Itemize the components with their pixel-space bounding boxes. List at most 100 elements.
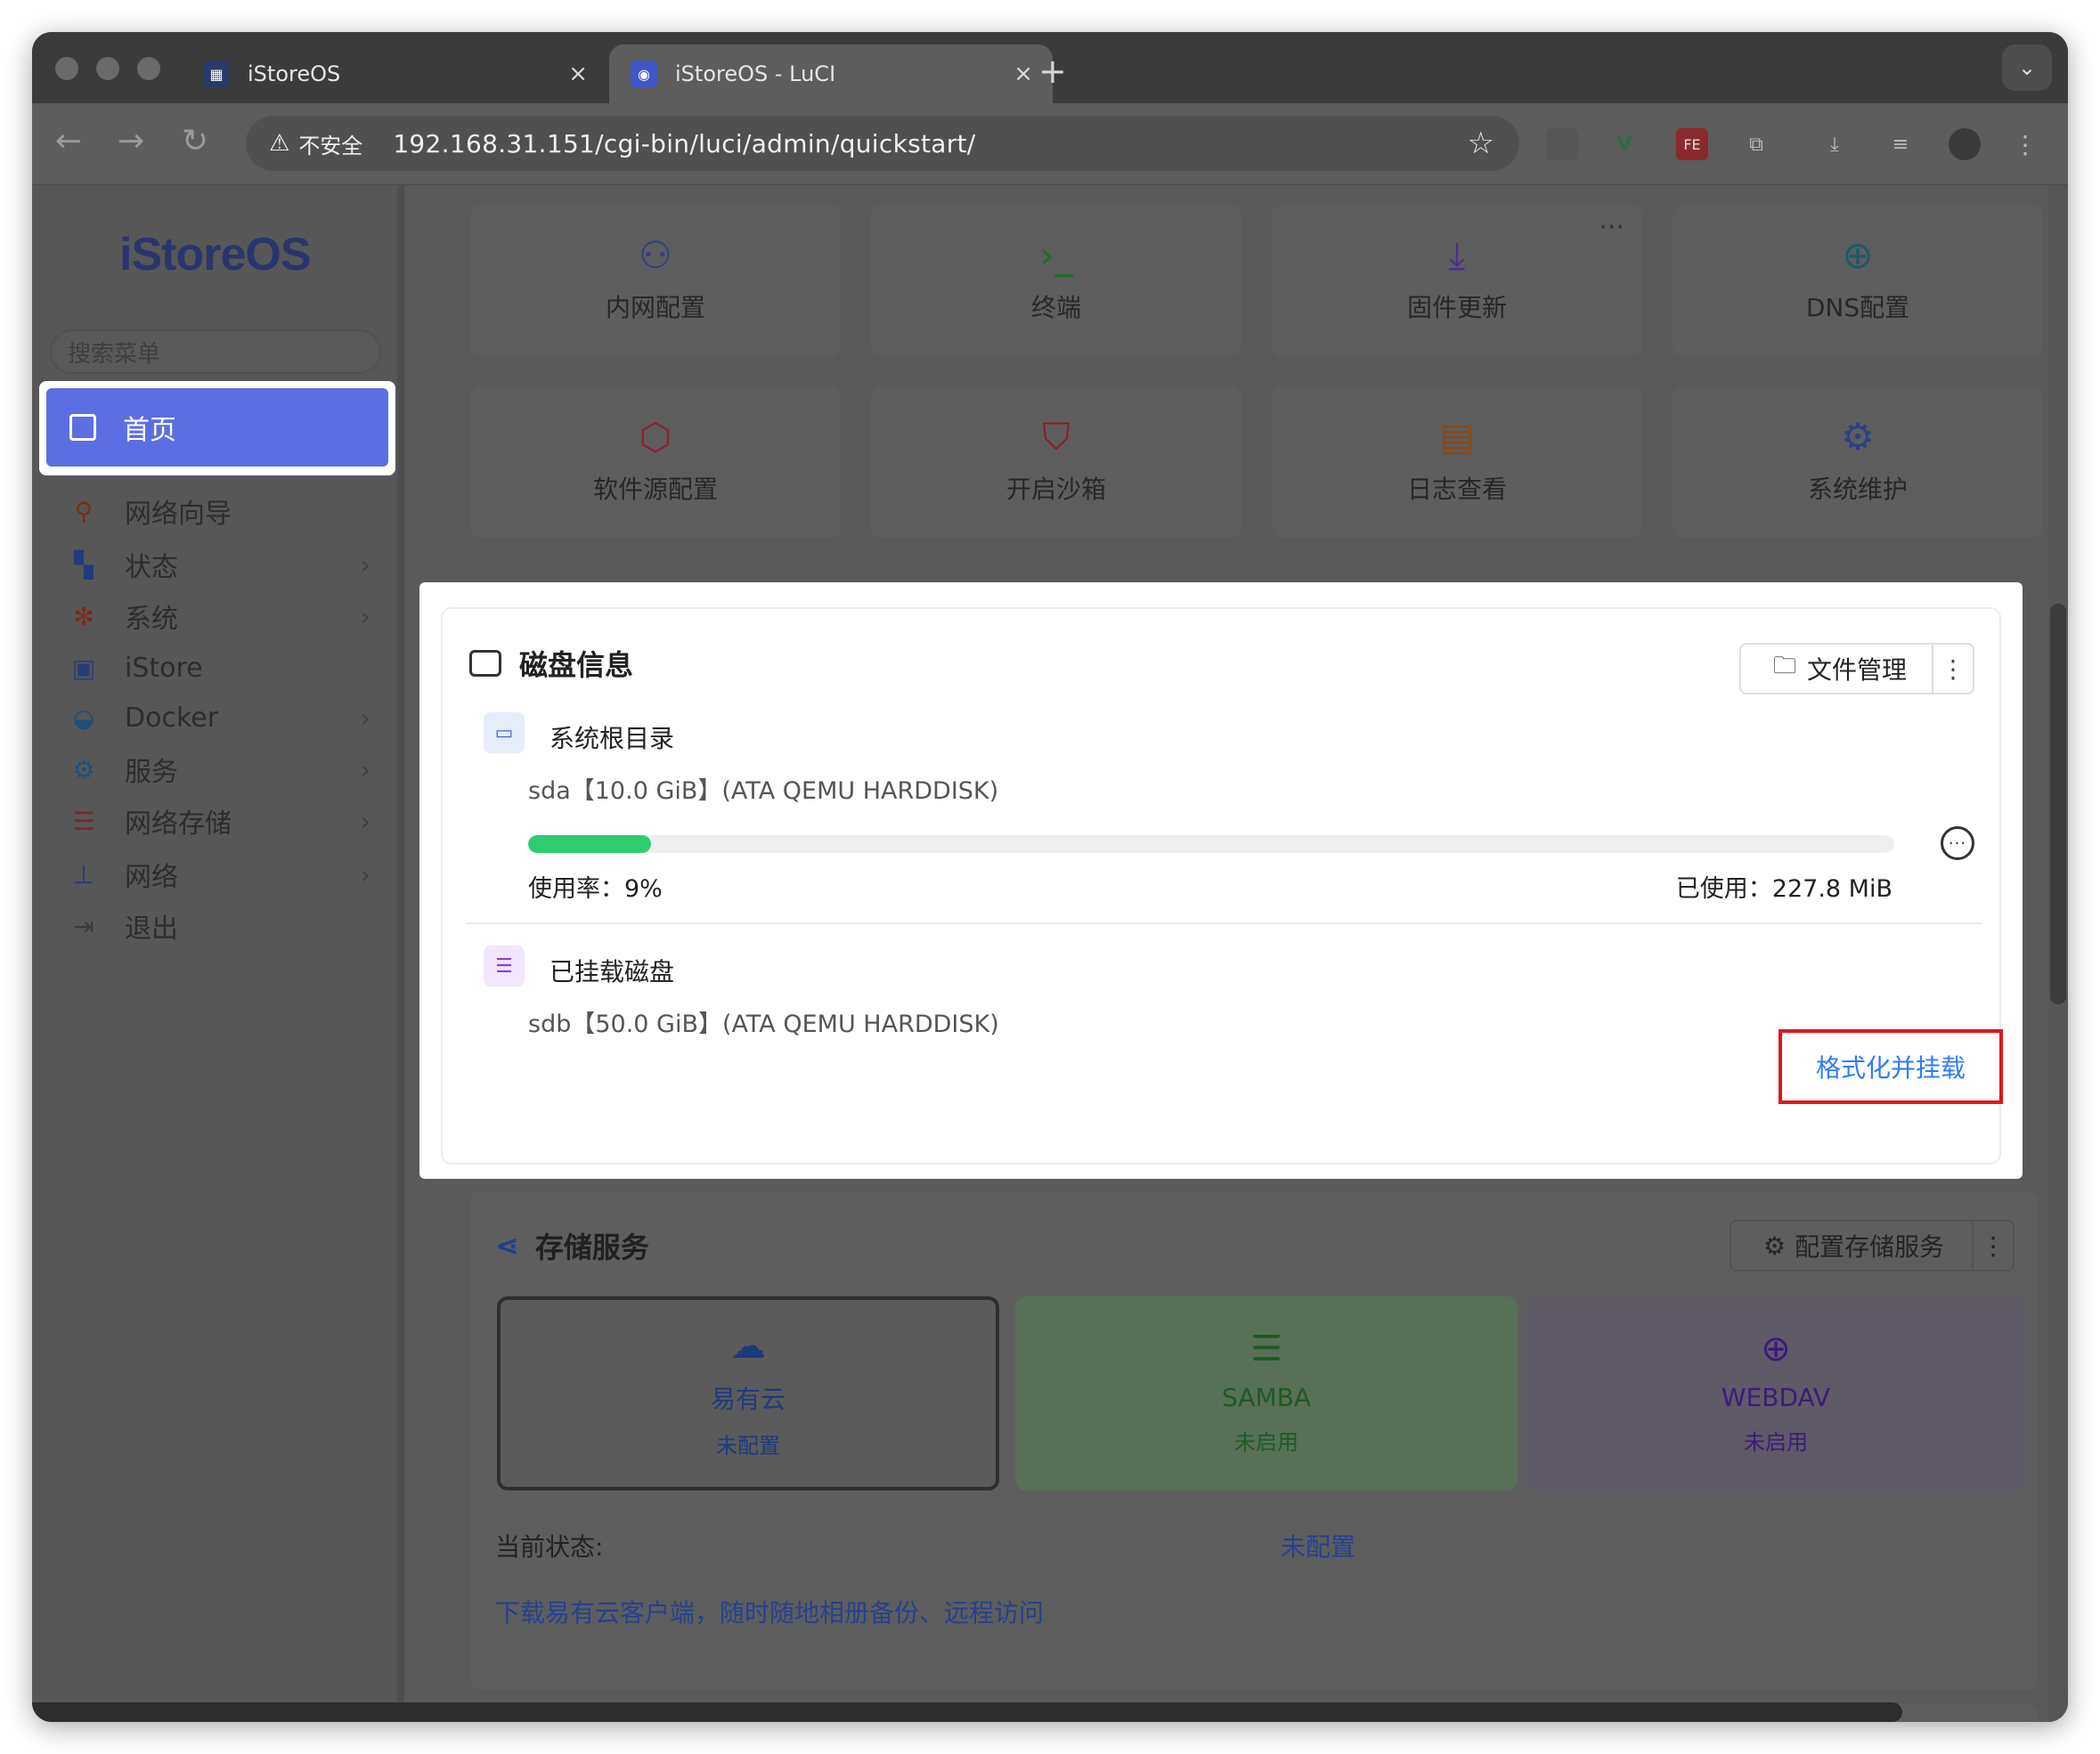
sidebar-item-label: 网络 xyxy=(125,862,178,893)
disk-info-card: 磁盘信息 🗀 文件管理 ⋮ ▭ 系统根目录 sda【10.0 GiB】(ATA … xyxy=(441,607,2003,1165)
menu-search-input[interactable]: 搜索菜单 xyxy=(50,329,381,374)
tab-luci[interactable]: ◉ iStoreOS - LuCI × xyxy=(609,45,1053,103)
bookmark-star-icon[interactable]: ☆ xyxy=(1468,126,1494,161)
tile-dns-config[interactable]: ⊕ DNS配置 xyxy=(1673,205,2043,356)
close-tab-icon[interactable]: × xyxy=(568,61,588,87)
tile-log-view[interactable]: ▤ 日志查看 xyxy=(1272,386,1642,538)
store-icon: ▣ xyxy=(71,653,96,683)
service-status: 未启用 xyxy=(1234,1430,1298,1455)
close-tab-icon[interactable]: × xyxy=(1013,61,1033,87)
fe-helper-icon[interactable]: FE xyxy=(1676,128,1708,160)
minimize-window-button[interactable] xyxy=(96,57,119,80)
tile-label: 系统维护 xyxy=(1807,475,1908,504)
new-tab-button[interactable]: + xyxy=(1038,52,1067,91)
more-horizontal-icon[interactable]: ··· xyxy=(1941,826,1974,860)
tile-label: DNS配置 xyxy=(1805,293,1910,322)
sidebar-item-label: 状态 xyxy=(125,552,178,583)
tile-label: 日志查看 xyxy=(1406,475,1507,504)
tab-istoreos[interactable]: ▦ iStoreOS × xyxy=(182,45,607,103)
sidebar-item-label: 退出 xyxy=(125,914,178,945)
sidebar-item-network[interactable]: ⊥ 网络 › xyxy=(32,848,397,901)
warning-icon: ⚠ xyxy=(269,130,290,157)
terminal-icon: ›_ xyxy=(1039,233,1073,277)
sidebar-item-docker[interactable]: ◒ Docker › xyxy=(32,691,397,744)
service-webdav[interactable]: ⊕ WEBDAV 未启用 xyxy=(1525,1296,2027,1490)
sidebar-item-label: 服务 xyxy=(125,757,178,788)
more-vertical-icon[interactable]: ⋮ xyxy=(1933,654,1973,684)
globe-icon: ⊕ xyxy=(1761,1328,1791,1369)
config-storage-button[interactable]: ⚙ 配置存储服务 xyxy=(1731,1222,1974,1270)
chevron-right-icon: › xyxy=(360,859,370,889)
wizard-icon: ⚲ xyxy=(74,496,94,526)
sidebar-item-services[interactable]: ⚙ 服务 › xyxy=(32,743,397,796)
log-icon: ▤ xyxy=(1439,415,1475,459)
download-client-link[interactable]: 下载易有云客户端，随时随地相册备份、远程访问 xyxy=(495,1594,1044,1629)
more-icon[interactable]: ··· xyxy=(1599,212,1624,243)
format-and-mount-button[interactable]: 格式化并挂载 xyxy=(1778,1029,2003,1104)
storage-service-title: ⋖ 存储服务 xyxy=(495,1225,649,1266)
sidebar-item-logout[interactable]: ⇥ 退出 xyxy=(32,899,397,953)
service-name: WEBDAV xyxy=(1721,1383,1831,1412)
service-name: SAMBA xyxy=(1222,1383,1311,1412)
service-status: 未配置 xyxy=(716,1433,780,1458)
docker-icon: ◒ xyxy=(72,702,95,733)
close-window-button[interactable] xyxy=(55,57,78,80)
tile-lan-config[interactable]: ⚇ 内网配置 xyxy=(470,205,841,356)
download-icon: ⤓ xyxy=(1448,233,1466,277)
tile-firmware-update[interactable]: ⤓ 固件更新 ··· xyxy=(1272,205,1642,356)
sidebar-item-label: Docker xyxy=(125,702,219,734)
root-device-info: sda【10.0 GiB】(ATA QEMU HARDDISK) xyxy=(528,777,999,805)
horizontal-scrollbar[interactable] xyxy=(32,1702,1902,1722)
tile-software-source[interactable]: ⬡ 软件源配置 xyxy=(470,386,841,538)
chevron-right-icon: › xyxy=(360,549,370,580)
services-icon: ⚙ xyxy=(72,754,95,784)
current-status-value[interactable]: 未配置 xyxy=(1281,1528,1355,1563)
sidebar-item-istore[interactable]: ▣ iStore xyxy=(32,641,397,694)
service-yiyouyun[interactable]: ☁ 易有云 未配置 xyxy=(497,1296,999,1490)
tab-search-button[interactable]: ⌄ xyxy=(2002,45,2052,91)
file-manager-button[interactable]: 🗀 文件管理 xyxy=(1741,645,1933,693)
reload-icon[interactable]: ↻ xyxy=(182,123,208,159)
button-label: 配置存储服务 xyxy=(1795,1232,1945,1262)
url-text[interactable]: 192.168.31.151/cgi-bin/luci/admin/quicks… xyxy=(393,129,975,158)
sidebar-item-status[interactable]: ▚ 状态 › xyxy=(32,538,397,591)
forward-icon[interactable]: → xyxy=(118,123,144,159)
istoreos-logo: iStoreOS xyxy=(119,229,311,280)
tile-terminal[interactable]: ›_ 终端 xyxy=(871,205,1241,356)
sidebar-item-wizard[interactable]: ⚲ 网络向导 xyxy=(32,484,397,538)
vue-devtools-icon[interactable]: V xyxy=(1608,128,1640,160)
mounted-device-info: sdb【50.0 GiB】(ATA QEMU HARDDISK) xyxy=(528,1011,999,1038)
sidebar-item-nas[interactable]: ☰ 网络存储 › xyxy=(32,794,397,848)
media-queue-icon[interactable]: ≡ xyxy=(1884,128,1917,160)
tile-label: 软件源配置 xyxy=(592,475,718,504)
root-dir-title: 系统根目录 xyxy=(549,724,675,753)
package-icon: ⬡ xyxy=(639,415,672,459)
extensions-puzzle-icon[interactable]: ⧉ xyxy=(1740,128,1772,160)
vertical-scrollbar[interactable] xyxy=(2048,185,2068,1722)
shield-icon: ⛉ xyxy=(1042,415,1070,459)
chevron-right-icon: › xyxy=(360,806,370,836)
logout-icon: ⇥ xyxy=(73,911,94,941)
security-label[interactable]: 不安全 xyxy=(298,128,362,159)
back-icon[interactable]: ← xyxy=(55,123,82,159)
service-name: 易有云 xyxy=(710,1384,785,1414)
chevron-down-icon: ⌄ xyxy=(2017,55,2037,80)
maximize-window-button[interactable] xyxy=(137,57,160,80)
sidebar-item-home[interactable]: 首页 xyxy=(46,388,388,467)
scroll-thumb[interactable] xyxy=(2050,604,2066,1004)
browser-window: ▦ iStoreOS × ◉ iStoreOS - LuCI × + ⌄ ← →… xyxy=(32,32,2068,1722)
more-vertical-icon[interactable]: ⋮ xyxy=(1974,1231,2013,1261)
address-bar[interactable]: ⚠ 不安全 192.168.31.151/cgi-bin/luci/admin/… xyxy=(246,116,1519,171)
service-samba[interactable]: ☰ SAMBA 未启用 xyxy=(1015,1296,1518,1490)
download-icon[interactable]: ⤓ xyxy=(1819,128,1851,160)
tile-sandbox[interactable]: ⛉ 开启沙箱 xyxy=(871,386,1241,538)
profile-avatar[interactable] xyxy=(1949,128,1981,160)
browser-menu-icon[interactable]: ⋮ xyxy=(2009,128,2041,160)
globe-icon: ⊕ xyxy=(1842,233,1874,277)
sidebar-item-system[interactable]: ✻ 系统 › xyxy=(32,589,397,643)
chevron-right-icon: › xyxy=(360,754,370,784)
usage-rate: 使用率：9% xyxy=(528,869,663,904)
extension-placeholder-icon[interactable] xyxy=(1546,128,1578,160)
disk-info-title: 磁盘信息 xyxy=(469,643,633,684)
tile-system-maintenance[interactable]: ⚙ 系统维护 xyxy=(1673,386,2043,538)
